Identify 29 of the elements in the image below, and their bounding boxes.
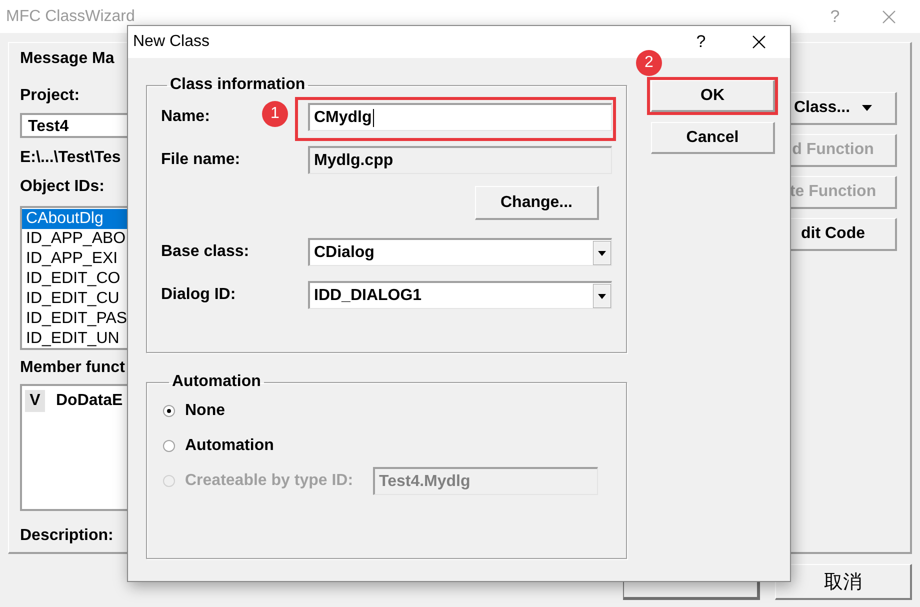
radio-button[interactable]	[163, 440, 175, 452]
group-title: Automation	[171, 373, 262, 391]
radio-label: Createable by type ID:	[185, 472, 354, 490]
dropdown-button[interactable]	[593, 240, 611, 264]
close-icon[interactable]	[752, 35, 766, 49]
dropdown-button[interactable]	[593, 284, 611, 308]
window-title: New Class	[133, 33, 210, 51]
dropdown-field[interactable]: CDialog	[308, 238, 612, 266]
callout-badge: 1	[262, 101, 288, 127]
dialog-button[interactable]: 取消	[775, 564, 912, 600]
field-label: File name:	[161, 151, 240, 169]
group-title: Class information	[169, 76, 306, 94]
radio-label[interactable]: None	[185, 402, 225, 420]
radio-button[interactable]	[163, 405, 175, 417]
help-button[interactable]: ?	[694, 32, 708, 52]
field-label: Object IDs:	[20, 178, 106, 196]
window-title: MFC ClassWizard	[6, 8, 136, 26]
dialog-button[interactable]: Cancel	[651, 122, 775, 154]
list-item[interactable]: DoDataE	[56, 392, 123, 410]
field-label: Description:	[20, 527, 114, 545]
dropdown-field[interactable]: IDD_DIALOG1	[308, 281, 612, 309]
text-field[interactable]: CMydlg	[308, 103, 612, 131]
field-label: Project:	[20, 87, 81, 105]
field-label: Member funct	[20, 359, 126, 377]
change-button[interactable]: Change...	[475, 186, 599, 220]
dialog-button[interactable]: OK	[651, 80, 775, 112]
radio-label[interactable]: Automation	[185, 437, 274, 455]
callout-badge: 2	[636, 50, 662, 76]
marker-cell: V	[25, 390, 45, 412]
